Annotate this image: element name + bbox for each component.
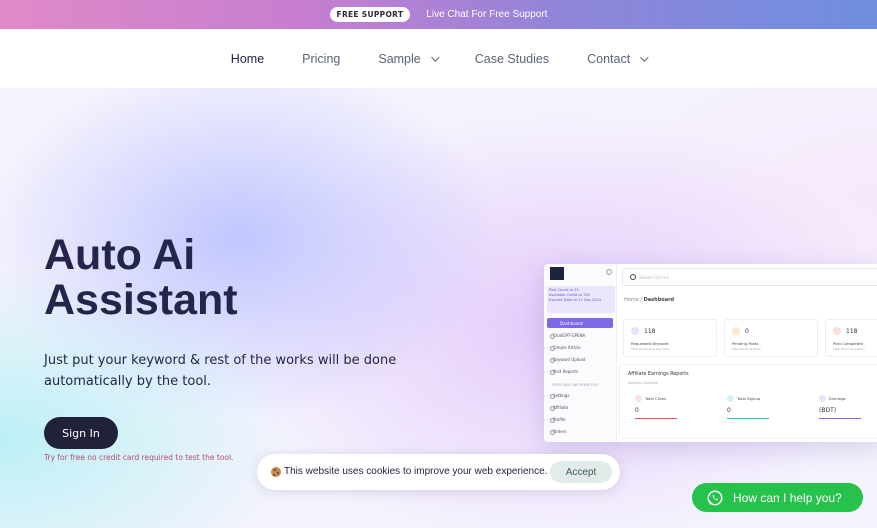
affiliate-stat-label: Earnings: [829, 396, 846, 401]
accept-cookies-button[interactable]: Accept: [550, 461, 612, 483]
cookie-icon: [271, 467, 281, 477]
nav-sample[interactable]: Sample: [378, 51, 440, 66]
breadcrumb-current: Dashboard: [643, 297, 675, 303]
nav-pricing[interactable]: Pricing: [302, 52, 340, 66]
stat-card: 0 Pending Posts Total Pending Posts: [724, 319, 818, 357]
pending-icon: [732, 327, 740, 335]
nav-home-label: Home: [230, 51, 265, 66]
stat-card: 118 Requested Keyword Total Requested Ke…: [623, 319, 717, 357]
affiliate-report: Affiliate Earnings Reports Earnings Over…: [619, 364, 877, 439]
clicks-icon: [635, 395, 642, 402]
nav-case-studies[interactable]: Case Studies: [475, 52, 549, 66]
sign-in-button[interactable]: Sign In: [44, 417, 118, 449]
stat-label: Pending Posts: [732, 341, 759, 346]
menu-dashboard: Dashboard: [547, 318, 613, 328]
dashboard-breadcrumb: Home / Dashboard: [624, 297, 674, 303]
live-chat-link[interactable]: Live Chat For Free Support: [426, 9, 547, 20]
menu-item: Keyword Upload: [549, 357, 586, 363]
dashboard-logo: [550, 267, 564, 280]
menu-item: Orders: [549, 429, 567, 435]
stat-sub: Total Pending Posts: [732, 347, 761, 351]
trial-note: Try for free no credit card required to …: [44, 453, 234, 462]
credit-notice: Post Count to 25 Available Credit to 700…: [547, 286, 615, 313]
hero-subtitle: Just put your keyword & rest of the work…: [44, 353, 397, 389]
dashboard-preview-image: Post Count to 25 Available Credit to 700…: [544, 264, 877, 442]
affiliate-stat: Earnings (BDT): [816, 393, 877, 421]
menu-item: ChatGPT-GPENA: [549, 333, 586, 339]
hero-title: Auto Ai Assistant: [44, 233, 238, 323]
stat-card: 118 Post Completed Total Post Completed: [825, 319, 877, 357]
menu-item: Simple Article: [550, 345, 581, 351]
stat-value: 118: [644, 328, 656, 335]
affiliate-title: Affiliate Earnings Reports: [628, 372, 689, 377]
earnings-icon: [819, 395, 826, 402]
hero-title-line1: Auto Ai: [44, 231, 196, 279]
nav-contact[interactable]: Contact: [587, 51, 649, 66]
keyword-icon: [631, 327, 639, 335]
free-support-badge: FREE SUPPORT: [329, 7, 411, 22]
menu-item: Profile: [549, 417, 566, 423]
whatsapp-icon: [707, 490, 723, 505]
nav-case-studies-label: Case Studies: [474, 51, 550, 66]
affiliate-stat-value: 0: [635, 407, 639, 414]
affiliate-subtitle: Earnings Overview: [628, 381, 658, 385]
menu-item: Post Reports: [550, 369, 578, 375]
affiliate-stat-value: 0: [727, 407, 731, 414]
nav-pricing-label: Pricing: [302, 51, 341, 66]
affiliate-stat-value: (BDT): [819, 407, 837, 414]
completed-icon: [833, 327, 841, 335]
hero-title-line2: Assistant: [44, 276, 238, 324]
stat-sub: Total Requested Keyword: [631, 347, 669, 351]
signup-icon: [727, 395, 734, 402]
nav-sample-label: Sample: [378, 51, 421, 66]
menu-item: Affiliate: [549, 405, 569, 411]
stat-value: 0: [745, 328, 749, 335]
dashboard-sidebar: Post Count to 25 Available Credit to 700…: [544, 264, 617, 442]
affiliate-stat-bar: [727, 418, 769, 420]
top-announcement-bar: FREE SUPPORT Live Chat For Free Support: [0, 0, 877, 29]
whatsapp-label: How can I help you?: [733, 490, 842, 505]
affiliate-stat: Total Clicks 0: [632, 393, 718, 421]
cookie-message: This website uses cookies to improve you…: [284, 466, 548, 477]
breadcrumb-home: Home /: [624, 297, 644, 303]
affiliate-stat-label: Total Signup: [737, 396, 761, 401]
cookie-banner: This website uses cookies to improve you…: [257, 454, 620, 490]
stat-label: Requested Keyword: [631, 341, 669, 346]
chevron-down-icon: [430, 52, 440, 62]
dashboard-search: Search (Ctrl+/): [622, 268, 877, 286]
nav-contact-label: Contact: [587, 51, 631, 66]
affiliate-stat-label: Total Clicks: [645, 396, 667, 401]
stat-sub: Total Post Completed: [833, 347, 865, 351]
menu-item: Settings: [549, 393, 570, 399]
affiliate-stat-bar: [819, 418, 861, 420]
notice-line: Expired Date to 21 Sep 2024: [549, 298, 601, 302]
circle-icon: [606, 269, 612, 275]
nav-home[interactable]: Home: [231, 52, 264, 66]
menu-section-label: PERSONAL INFORMATION: [552, 383, 598, 387]
stat-value: 118: [846, 328, 858, 335]
affiliate-stat-bar: [635, 418, 677, 420]
main-nav: Home Pricing Sample Case Studies Contact: [0, 29, 877, 88]
chevron-down-icon: [640, 52, 649, 62]
whatsapp-chat-button[interactable]: How can I help you?: [692, 483, 863, 512]
stat-label: Post Completed: [833, 341, 863, 346]
affiliate-stat: Total Signup 0: [724, 393, 810, 421]
